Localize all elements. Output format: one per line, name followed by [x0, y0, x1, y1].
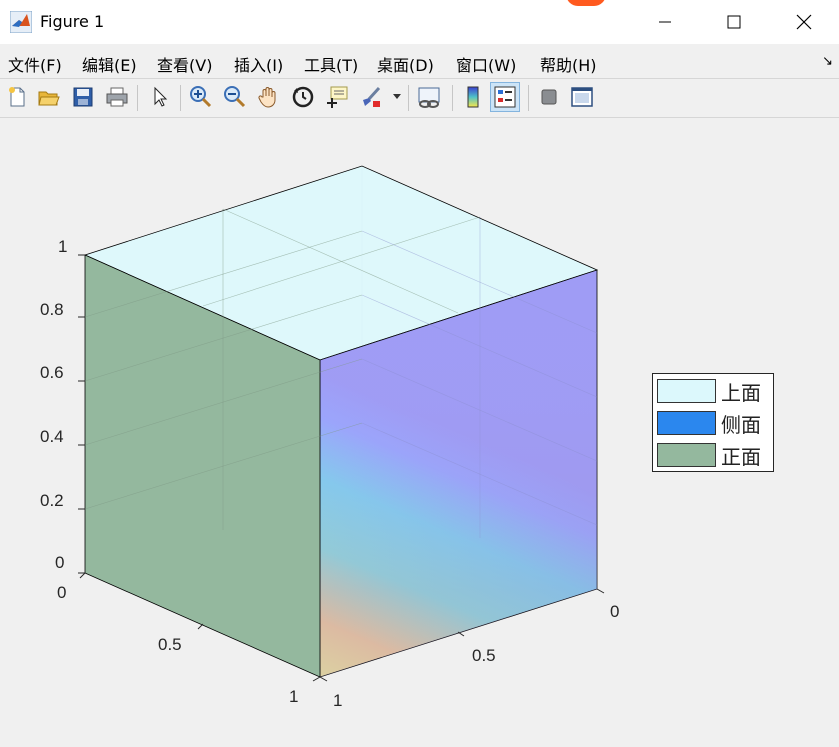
z-tick-0.6: 0.6	[40, 363, 64, 382]
x-tick-0: 0	[57, 583, 67, 602]
z-tick-1: 1	[58, 237, 68, 256]
legend-button[interactable]	[490, 82, 520, 112]
data-cursor-icon	[327, 86, 348, 108]
data-cursor-button[interactable]	[322, 82, 352, 112]
select-arrow-button[interactable]	[145, 82, 175, 112]
legend-label: 上面	[721, 380, 761, 405]
menu-tools[interactable]: 工具(T)	[304, 52, 358, 76]
pan-hand-icon	[258, 87, 276, 108]
show-plot-tools-button[interactable]	[567, 82, 597, 112]
brush-icon	[363, 86, 381, 107]
rotate-3d-button[interactable]	[288, 82, 318, 112]
print-icon	[106, 87, 128, 107]
y-tick-0: 0	[610, 602, 620, 621]
hide-plot-tools-button[interactable]	[534, 82, 564, 112]
window-title: Figure 1	[40, 12, 105, 31]
new-figure-button[interactable]	[2, 82, 32, 112]
y-tick-1: 1	[333, 691, 343, 710]
legend-item-top: 上面	[657, 377, 761, 405]
toolbar-separator	[180, 85, 181, 111]
dock-arrow-icon[interactable]: ↘	[822, 54, 833, 69]
z-tick-0: 0	[55, 553, 65, 572]
colorbar-icon	[467, 86, 479, 108]
maximize-button[interactable]	[711, 0, 757, 44]
menu-bar: 文件(F) 编辑(E) 查看(V) 插入(I) 工具(T) 桌面(D) 窗口(W…	[0, 44, 839, 78]
save-icon	[73, 87, 93, 107]
zoom-in-icon	[190, 86, 212, 108]
menu-view[interactable]: 查看(V)	[157, 52, 212, 76]
toolbar-separator	[528, 85, 529, 111]
save-button[interactable]	[68, 82, 98, 112]
y-tick-0.5: 0.5	[472, 646, 496, 665]
legend-swatch	[657, 379, 716, 403]
x-tick-0.5: 0.5	[158, 635, 182, 654]
z-tick-0.8: 0.8	[40, 300, 64, 319]
colorbar-button[interactable]	[458, 82, 488, 112]
legend-swatch	[657, 443, 716, 467]
minimize-button[interactable]	[642, 0, 688, 44]
toolbar	[0, 78, 839, 118]
hide-plot-tools-icon	[541, 89, 557, 105]
matlab-logo-icon	[10, 11, 32, 33]
legend-icon	[494, 86, 516, 108]
print-button[interactable]	[102, 82, 132, 112]
open-file-button[interactable]	[34, 82, 64, 112]
link-plot-icon	[418, 87, 440, 108]
toolbar-separator	[452, 85, 453, 111]
legend-item-front: 正面	[657, 441, 761, 469]
brush-dropdown-button[interactable]	[390, 82, 404, 112]
rotate-3d-icon	[292, 86, 314, 108]
select-arrow-icon	[154, 86, 168, 107]
minimize-icon	[659, 21, 671, 23]
menu-insert[interactable]: 插入(I)	[234, 52, 283, 76]
pan-button[interactable]	[254, 82, 284, 112]
menu-desktop[interactable]: 桌面(D)	[377, 52, 434, 76]
open-file-icon	[38, 91, 60, 106]
chevron-down-icon	[393, 94, 401, 99]
brush-button[interactable]	[356, 82, 386, 112]
menu-help[interactable]: 帮助(H)	[540, 52, 597, 76]
toolbar-separator	[408, 85, 409, 111]
maximize-icon	[727, 15, 741, 29]
legend-item-side: 侧面	[657, 409, 761, 437]
legend-label: 侧面	[721, 412, 761, 437]
z-tick-0.4: 0.4	[40, 427, 64, 446]
toolbar-separator	[137, 85, 138, 111]
link-plot-button[interactable]	[414, 82, 444, 112]
x-tick-1: 1	[289, 687, 299, 706]
decorative-shape	[566, 0, 606, 6]
zoom-out-button[interactable]	[220, 82, 250, 112]
new-figure-icon	[9, 87, 25, 107]
close-icon	[796, 14, 812, 30]
title-bar: Figure 1	[0, 0, 839, 44]
z-tick-0.2: 0.2	[40, 491, 64, 510]
zoom-in-button[interactable]	[186, 82, 216, 112]
legend-label: 正面	[721, 444, 761, 469]
legend[interactable]: 上面 侧面 正面	[652, 373, 774, 472]
legend-swatch	[657, 411, 716, 435]
close-button[interactable]	[781, 0, 827, 44]
menu-edit[interactable]: 编辑(E)	[82, 52, 137, 76]
zoom-out-icon	[224, 86, 246, 108]
menu-file[interactable]: 文件(F)	[8, 52, 62, 76]
show-plot-tools-icon	[571, 87, 593, 107]
menu-window[interactable]: 窗口(W)	[456, 52, 516, 76]
